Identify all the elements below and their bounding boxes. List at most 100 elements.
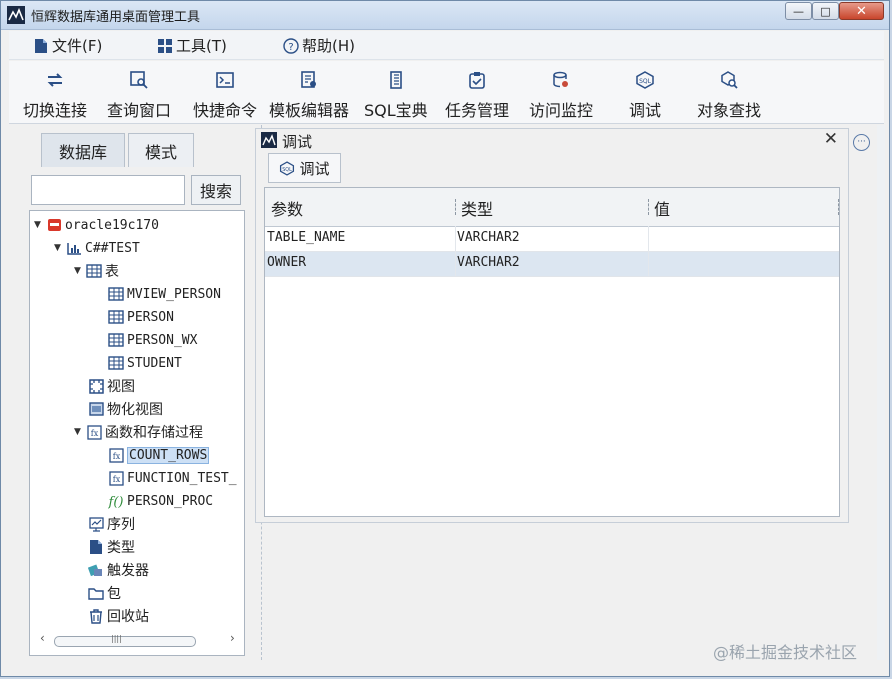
tree-node-packages[interactable]: 包 [88, 583, 121, 603]
task-management-label: 任务管理 [445, 101, 510, 120]
tree-node-label: 包 [107, 586, 121, 602]
expand-arrow-icon[interactable]: ▼ [74, 266, 86, 276]
scrollbar-thumb[interactable]: |||| [54, 634, 196, 647]
sql-book-icon [385, 69, 407, 90]
expand-arrow-icon[interactable]: ▼ [54, 243, 66, 253]
template-editor-label: 模板编辑器 [269, 101, 350, 120]
column-header-parameter[interactable]: 参数 [271, 196, 303, 220]
tree-node-label: FUNCTION_TEST_ [127, 470, 237, 486]
access-monitor-icon [550, 69, 572, 90]
sql-book-label: SQL宝典 [364, 101, 428, 120]
maximize-button[interactable]: □ [812, 2, 839, 20]
database-icon [46, 217, 62, 233]
tree-node-sequences[interactable]: 序列 [88, 514, 135, 534]
column-header-value[interactable]: 值 [654, 196, 670, 220]
shortcut-command-button[interactable]: 快捷命令 [193, 69, 257, 121]
tree-node-label: oracle19c170 [65, 217, 159, 233]
column-divider[interactable] [455, 199, 457, 215]
object-search-label: 对象查找 [697, 101, 762, 120]
close-icon[interactable]: ✕ [824, 129, 838, 149]
more-options-icon[interactable]: ··· [853, 134, 870, 151]
expand-arrow-icon[interactable]: ▼ [34, 220, 46, 230]
menu-bar: 文件(F) 工具(T) ? 帮助(H) [9, 31, 884, 60]
switch-connection-label: 切换连接 [23, 101, 88, 120]
tree-node-table[interactable]: MVIEW_PERSON [108, 284, 221, 304]
close-window-button[interactable]: ✕ [839, 2, 884, 20]
menu-help[interactable]: ? 帮助(H) [283, 35, 355, 56]
menu-file[interactable]: 文件(F) [33, 35, 102, 56]
tree-node-connection[interactable]: ▼ oracle19c170 [34, 215, 159, 235]
tree-node-procedure[interactable]: f() PERSON_PROC [108, 491, 213, 511]
tree-node-views[interactable]: 视图 [88, 376, 135, 396]
tree-node-label: 类型 [107, 540, 135, 556]
tree-node-table[interactable]: PERSON_WX [108, 330, 197, 350]
expand-arrow-icon[interactable]: ▼ [74, 427, 86, 437]
template-editor-button[interactable]: 模板编辑器 [269, 69, 349, 121]
function-icon: fx [86, 424, 102, 440]
table-row[interactable]: TABLE_NAME VARCHAR2 [265, 227, 839, 252]
tree-node-materialized-views[interactable]: 物化视图 [88, 399, 163, 419]
column-divider[interactable] [648, 199, 650, 215]
tab-debug[interactable]: SQL 调试 [268, 153, 341, 183]
tree-node-label: PERSON_PROC [127, 493, 214, 509]
query-window-button[interactable]: 查询窗口 [107, 69, 171, 121]
tree-node-label: C##TEST [85, 240, 140, 256]
scroll-left-icon[interactable]: ‹ [40, 631, 45, 645]
tree-node-label: 触发器 [107, 563, 149, 579]
tree-node-tables[interactable]: ▼ 表 [74, 261, 119, 281]
column-header-type[interactable]: 类型 [461, 196, 493, 220]
tree-node-triggers[interactable]: 触发器 [88, 560, 149, 580]
object-search-button[interactable]: 对象查找 [697, 69, 761, 121]
tree-node-schema[interactable]: ▼ C##TEST [54, 238, 140, 258]
access-monitor-button[interactable]: 访问监控 [529, 69, 593, 121]
tab-debug-label: 调试 [299, 159, 330, 178]
table-row[interactable]: OWNER VARCHAR2 [265, 252, 839, 277]
access-monitor-label: 访问监控 [529, 101, 594, 120]
debug-button[interactable]: SQL 调试 [629, 69, 661, 121]
switch-connection-button[interactable]: 切换连接 [23, 69, 87, 121]
menu-tools[interactable]: 工具(T) [157, 35, 227, 56]
sequence-icon [88, 516, 104, 532]
switch-connection-icon [44, 69, 66, 90]
function-icon: fx [108, 470, 124, 486]
tab-schema[interactable]: 模式 [128, 133, 194, 167]
procedure-icon: f() [108, 493, 124, 509]
tree-node-table[interactable]: STUDENT [108, 353, 182, 373]
function-icon: fx [108, 447, 124, 463]
object-search-icon [718, 69, 740, 90]
tab-database[interactable]: 数据库 [41, 133, 125, 167]
column-divider[interactable] [838, 199, 840, 215]
file-icon [33, 38, 49, 54]
tree-node-types[interactable]: 类型 [88, 537, 135, 557]
debug-panel-title: 调试 [282, 133, 313, 151]
tree-node-functions[interactable]: ▼ fx 函数和存储过程 [74, 422, 203, 442]
tree-node-table[interactable]: PERSON [108, 307, 174, 327]
svg-text:SQL: SQL [639, 78, 652, 85]
task-management-button[interactable]: 任务管理 [445, 69, 509, 121]
svg-text:SQL: SQL [283, 166, 293, 172]
scroll-grip: |||| [111, 634, 122, 643]
search-button[interactable]: 搜索 [191, 175, 241, 205]
debug-panel-header: 调试 ✕ [256, 129, 848, 151]
minimize-button[interactable]: — [785, 2, 812, 20]
sql-book-button[interactable]: SQL宝典 [364, 69, 428, 121]
view-icon [88, 378, 104, 394]
object-search-input[interactable] [31, 175, 185, 205]
svg-text:f(): f() [108, 495, 123, 509]
svg-text:fx: fx [112, 452, 120, 461]
table-icon [108, 286, 124, 302]
tree-node-label: 物化视图 [107, 402, 163, 418]
tree-node-function[interactable]: fx FUNCTION_TEST_ [108, 468, 237, 488]
tree-node-function[interactable]: fx COUNT_ROWS [108, 445, 210, 465]
grid-header: 参数 类型 值 [265, 188, 839, 227]
tree-horizontal-scrollbar[interactable]: ‹ |||| › [40, 631, 235, 647]
param-name-cell: OWNER [267, 255, 307, 270]
query-window-icon [128, 69, 150, 90]
parameters-grid: 参数 类型 值 TABLE_NAME VARCHAR2 OWNER VARCHA… [264, 187, 840, 517]
right-edge-scrollbar[interactable] [877, 125, 885, 660]
task-management-icon [466, 69, 488, 90]
database-navigator-panel: 数据库 模式 搜索 ▼ oracle19c170 ▼ C##TEST ▼ 表 M… [9, 125, 253, 662]
scroll-right-icon[interactable]: › [230, 631, 235, 645]
tree-node-label: STUDENT [127, 355, 182, 371]
tree-node-recycle-bin[interactable]: 回收站 [88, 606, 149, 626]
